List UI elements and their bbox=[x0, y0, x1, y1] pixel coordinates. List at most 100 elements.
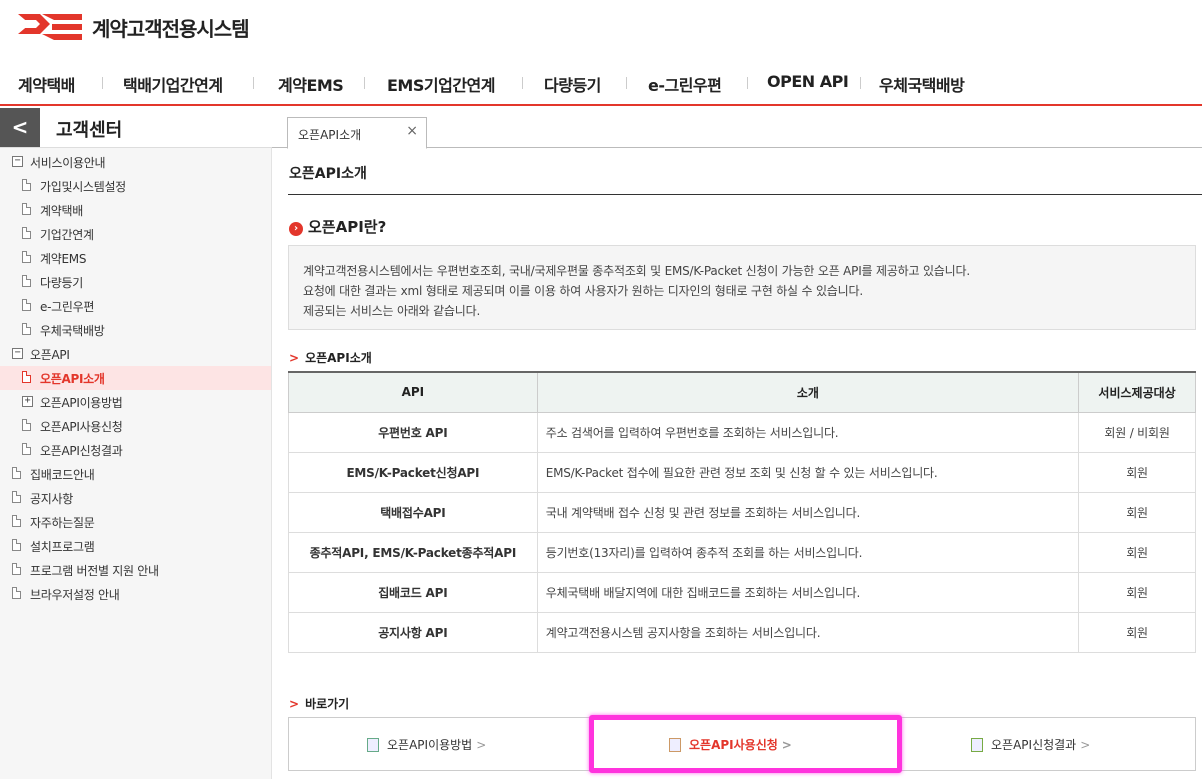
description-cell: 등기번호(13자리)를 입력하여 종추적 조회를 하는 서비스입니다. bbox=[536, 531, 1080, 573]
sidebar-item-label: 오픈API사용신청 bbox=[40, 420, 123, 434]
table-row: 종추적API, EMS/K-Packet종추적API 등기번호(13자리)를 입력… bbox=[288, 531, 1196, 573]
expand-icon[interactable]: + bbox=[22, 396, 33, 407]
doc-check-icon bbox=[971, 738, 983, 752]
info-box: 계약고객전용시스템에서는 우편번호조회, 국내/국제우편물 종추적조회 및 EM… bbox=[288, 245, 1196, 330]
close-icon[interactable]: × bbox=[406, 123, 418, 139]
quick-link-result[interactable]: 오픈API신청결과 > bbox=[971, 736, 1090, 753]
document-icon[interactable] bbox=[12, 515, 21, 527]
document-icon[interactable] bbox=[22, 275, 31, 287]
sidebar-item[interactable]: + 오픈API이용방법 bbox=[0, 390, 271, 414]
highlight-marker bbox=[589, 715, 902, 773]
description-cell: 계약고객전용시스템 공지사항을 조회하는 서비스입니다. bbox=[536, 611, 1080, 653]
gnb-item-open-api[interactable]: OPEN API bbox=[767, 72, 849, 91]
table-heading-label: 오픈API소개 bbox=[305, 351, 372, 365]
table-heading: > 오픈API소개 bbox=[289, 349, 372, 366]
sidebar-item-label: 공지사항 bbox=[30, 492, 73, 506]
table-row: 택배접수API 국내 계약택배 접수 신청 및 관련 정보를 조회하는 서비스입니… bbox=[288, 491, 1196, 533]
table-row: 우편번호 API 주소 검색어를 입력하여 우편번호를 조회하는 서비스입니다. 회… bbox=[288, 411, 1196, 453]
column-header-description: 소개 bbox=[536, 371, 1080, 413]
description-cell: 주소 검색어를 입력하여 우편번호를 조회하는 서비스입니다. bbox=[536, 411, 1080, 453]
document-icon[interactable] bbox=[22, 371, 31, 383]
sidebar-item[interactable]: 계약택배 bbox=[0, 198, 271, 222]
sidebar-item-label: 기업간연계 bbox=[40, 228, 94, 242]
document-icon[interactable] bbox=[12, 563, 21, 575]
sidebar-item[interactable]: 우체국택배방 bbox=[0, 318, 271, 342]
sidebar-item[interactable]: 가입및시스템설정 bbox=[0, 174, 271, 198]
gnb-item-parcel-link[interactable]: 택배기업간연계 bbox=[123, 72, 223, 96]
target-cell: 회원 bbox=[1078, 451, 1196, 493]
sidebar-item[interactable]: 공지사항 bbox=[0, 486, 271, 510]
sidebar-item-label: 자주하는질문 bbox=[30, 516, 95, 530]
section-heading: › 오픈API란? bbox=[289, 216, 386, 237]
api-name-cell: EMS/K-Packet신청API bbox=[288, 451, 538, 493]
chevron-right-icon: > bbox=[289, 697, 300, 711]
target-cell: 회원 bbox=[1078, 531, 1196, 573]
sidebar-item[interactable]: 다량등기 bbox=[0, 270, 271, 294]
sidebar-item[interactable]: 브라우저설정 안내 bbox=[0, 582, 271, 606]
document-icon[interactable] bbox=[22, 179, 31, 191]
document-icon[interactable] bbox=[22, 251, 31, 263]
sidebar-item-label: 오픈API bbox=[30, 348, 70, 362]
document-icon[interactable] bbox=[22, 227, 31, 239]
sidebar-item[interactable]: − 서비스이용안내 bbox=[0, 150, 271, 174]
sidebar-item-label: 계약택배 bbox=[40, 204, 83, 218]
sidebar-item-label: 다량등기 bbox=[40, 276, 83, 290]
back-button[interactable]: < bbox=[0, 108, 40, 147]
gnb-item-contract-parcel[interactable]: 계약택배 bbox=[18, 72, 75, 96]
site-title[interactable]: 계약고객전용시스템 bbox=[92, 13, 250, 42]
sidebar-item[interactable]: 프로그램 버전별 지원 안내 bbox=[0, 558, 271, 582]
description-cell: 우체국택배 배달지역에 대한 집배코드를 조회하는 서비스입니다. bbox=[536, 571, 1080, 613]
sidebar-item-label: 계약EMS bbox=[40, 252, 87, 266]
sidebar-item-label: 집배코드안내 bbox=[30, 468, 95, 482]
tab-bar: 오픈API소개 × bbox=[272, 108, 1202, 149]
document-icon[interactable] bbox=[22, 443, 31, 455]
document-icon[interactable] bbox=[22, 419, 31, 431]
sidebar-header: < 고객센터 bbox=[0, 108, 272, 148]
target-cell: 회원 bbox=[1078, 571, 1196, 613]
api-table: API 소개 서비스제공대상 우편번호 API 주소 검색어를 입력하여 우편번호… bbox=[288, 371, 1196, 653]
document-icon[interactable] bbox=[22, 323, 31, 335]
logo-icon[interactable] bbox=[18, 10, 82, 42]
sidebar-item[interactable]: 자주하는질문 bbox=[0, 510, 271, 534]
gnb-item-e-green[interactable]: e-그린우편 bbox=[648, 72, 722, 96]
api-name-cell: 택배접수API bbox=[288, 491, 538, 533]
table-row: 집배코드 API 우체국택배 배달지역에 대한 집배코드를 조회하는 서비스입니다… bbox=[288, 571, 1196, 613]
sidebar-item[interactable]: 집배코드안내 bbox=[0, 462, 271, 486]
document-icon[interactable] bbox=[12, 491, 21, 503]
info-line: 제공되는 서비스는 아래와 같습니다. bbox=[303, 304, 481, 318]
sidebar-item[interactable]: 오픈API신청결과 bbox=[0, 438, 271, 462]
sidebar-item[interactable]: 계약EMS bbox=[0, 246, 271, 270]
quick-heading-label: 바로가기 bbox=[305, 697, 350, 711]
info-line: 요청에 대한 결과는 xml 형태로 제공되며 이를 이용 하여 사용자가 원하… bbox=[303, 284, 863, 298]
sidebar-item[interactable]: e-그린우편 bbox=[0, 294, 271, 318]
document-icon[interactable] bbox=[12, 467, 21, 479]
api-name-cell: 집배코드 API bbox=[288, 571, 538, 613]
tab-open-api-intro[interactable]: 오픈API소개 × bbox=[287, 117, 427, 149]
gnb-item-parcel-room[interactable]: 우체국택배방 bbox=[879, 72, 965, 96]
document-icon[interactable] bbox=[22, 203, 31, 215]
sidebar-item-label: 오픈API신청결과 bbox=[40, 444, 123, 458]
sidebar-item-label: e-그린우편 bbox=[40, 300, 95, 314]
sidebar-item[interactable]: − 오픈API bbox=[0, 342, 271, 366]
sidebar-item[interactable]: 오픈API소개 bbox=[0, 366, 271, 390]
gnb-item-bulk-registered[interactable]: 다량등기 bbox=[544, 72, 601, 96]
sidebar-item[interactable]: 기업간연계 bbox=[0, 222, 271, 246]
collapse-icon[interactable]: − bbox=[12, 156, 23, 167]
target-cell: 회원 bbox=[1078, 491, 1196, 533]
quick-link-usage[interactable]: 오픈API이용방법 > bbox=[367, 736, 486, 753]
sidebar: < 고객센터 − 서비스이용안내 가입및시스템설정계약택배기업간연계계약EMS 다량등… bbox=[0, 108, 272, 779]
sidebar-item[interactable]: 설치프로그램 bbox=[0, 534, 271, 558]
sidebar-item-label: 오픈API소개 bbox=[40, 372, 105, 386]
site-header: 계약고객전용시스템 bbox=[0, 0, 1202, 55]
table-row: EMS/K-Packet신청API EMS/K-Packet 접수에 필요한 관련… bbox=[288, 451, 1196, 493]
column-header-target: 서비스제공대상 bbox=[1078, 371, 1196, 413]
sidebar-item[interactable]: 오픈API사용신청 bbox=[0, 414, 271, 438]
gnb-item-ems-link[interactable]: EMS기업간연계 bbox=[387, 72, 495, 96]
document-icon[interactable] bbox=[22, 299, 31, 311]
collapse-icon[interactable]: − bbox=[12, 348, 23, 359]
gnb-item-contract-ems[interactable]: 계약EMS bbox=[278, 72, 344, 96]
document-icon[interactable] bbox=[12, 539, 21, 551]
document-icon[interactable] bbox=[12, 587, 21, 599]
section-heading-label: 오픈API란? bbox=[308, 218, 387, 236]
table-row: 공지사항 API 계약고객전용시스템 공지사항을 조회하는 서비스입니다. 회원 bbox=[288, 611, 1196, 653]
